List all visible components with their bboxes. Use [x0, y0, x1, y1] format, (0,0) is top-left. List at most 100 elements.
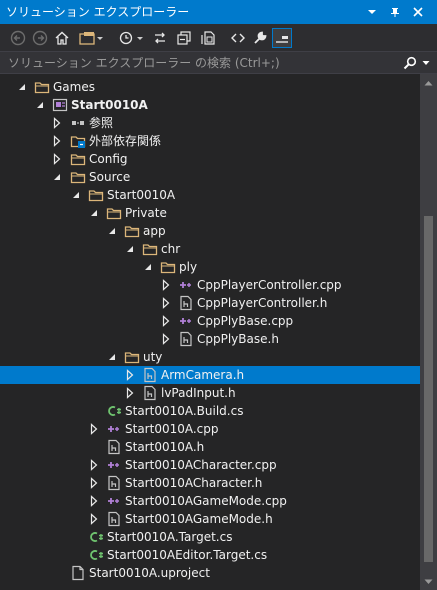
sync-icon[interactable]: [150, 28, 170, 48]
tree-item-label: Start0010A.h: [125, 440, 205, 454]
expand-arrow-icon[interactable]: [88, 495, 100, 507]
tree-item-label: Start0010A.Build.cs: [125, 404, 244, 418]
tree-row[interactable]: Start0010A.Build.cs: [0, 402, 420, 420]
forward-icon[interactable]: [30, 28, 50, 48]
vertical-scrollbar[interactable]: [420, 74, 437, 590]
expand-arrow-icon[interactable]: [160, 333, 172, 345]
search-bar: [0, 52, 437, 74]
tree-item-label: Start0010AGameMode.h: [125, 512, 273, 526]
collapse-all-icon[interactable]: [174, 28, 194, 48]
expand-arrow-icon[interactable]: [88, 459, 100, 471]
expand-arrow-icon[interactable]: [88, 423, 100, 435]
collapse-arrow-icon[interactable]: [51, 171, 63, 183]
collapse-arrow-icon[interactable]: [70, 189, 82, 201]
window-title: ソリューション エクスプローラー: [6, 5, 190, 19]
expand-arrow-icon[interactable]: [88, 477, 100, 489]
expand-arrow-icon[interactable]: [160, 315, 172, 327]
expand-arrow-icon[interactable]: [124, 369, 136, 381]
tree-row[interactable]: Source: [0, 168, 420, 186]
header-file-icon: [178, 295, 194, 311]
tree-row[interactable]: lvPadInput.h: [0, 384, 420, 402]
tree-row[interactable]: ply: [0, 258, 420, 276]
tree-row[interactable]: CppPlyBase.cpp: [0, 312, 420, 330]
toolbar: [0, 24, 437, 52]
search-icon[interactable]: [402, 54, 418, 72]
cpp-file-icon: [178, 313, 194, 329]
tree-row[interactable]: Games: [0, 78, 420, 96]
tree-row[interactable]: Start0010AGameMode.h: [0, 510, 420, 528]
external-deps-icon: [70, 133, 86, 149]
view-code-icon[interactable]: [228, 28, 248, 48]
preview-selected-items-icon[interactable]: [272, 28, 292, 48]
tree-row[interactable]: Start0010A: [0, 96, 420, 114]
tree-item-label: Start0010A.cpp: [125, 422, 219, 436]
dropdown-icon[interactable]: [363, 2, 381, 22]
pin-icon[interactable]: [386, 2, 404, 22]
tree-row[interactable]: 外部依存関係: [0, 132, 420, 150]
search-options-icon[interactable]: [420, 54, 432, 72]
tree-row[interactable]: Start0010AGameMode.cpp: [0, 492, 420, 510]
close-icon[interactable]: [409, 2, 427, 22]
tree-item-label: lvPadInput.h: [161, 386, 236, 400]
expand-arrow-icon[interactable]: [160, 279, 172, 291]
expand-arrow-icon[interactable]: [88, 513, 100, 525]
tree-row[interactable]: uty: [0, 348, 420, 366]
folder-icon: [70, 151, 86, 167]
scroll-thumb[interactable]: [424, 216, 433, 562]
tree-item-label: Start0010A.Target.cs: [107, 530, 233, 544]
tree-item-label: CppPlayerController.cpp: [197, 278, 342, 292]
tree-row[interactable]: CppPlayerController.h: [0, 294, 420, 312]
tree-item-label: Start0010A.uproject: [89, 566, 210, 580]
tree-row[interactable]: Start0010A.h: [0, 438, 420, 456]
tree-row[interactable]: Start0010ACharacter.cpp: [0, 456, 420, 474]
search-input[interactable]: [0, 52, 400, 73]
collapse-arrow-icon[interactable]: [34, 99, 46, 111]
scroll-up-icon[interactable]: [420, 74, 437, 91]
pending-changes-filter-icon[interactable]: [116, 28, 146, 48]
tree-item-label: 参照: [89, 116, 114, 130]
expand-arrow-icon[interactable]: [51, 135, 63, 147]
references-icon: [70, 115, 86, 131]
collapse-arrow-icon[interactable]: [142, 261, 154, 273]
expand-arrow-icon[interactable]: [51, 117, 63, 129]
expand-arrow-icon[interactable]: [51, 153, 63, 165]
collapse-arrow-icon[interactable]: [124, 243, 136, 255]
folder-icon: [124, 223, 140, 239]
home-icon[interactable]: [52, 28, 72, 48]
tree-item-label: app: [143, 224, 166, 238]
switch-views-icon[interactable]: [76, 28, 106, 48]
header-file-icon: [142, 385, 158, 401]
folder-icon: [124, 349, 140, 365]
properties-wrench-icon[interactable]: [250, 28, 270, 48]
tree-row[interactable]: 参照: [0, 114, 420, 132]
tree-item-label: Start0010A: [107, 188, 176, 202]
tree-row[interactable]: Start0010A.uproject: [0, 564, 420, 582]
tree-row[interactable]: ArmCamera.h: [0, 366, 420, 384]
tree-row[interactable]: Config: [0, 150, 420, 168]
header-file-icon: [106, 439, 122, 455]
tree-row[interactable]: app: [0, 222, 420, 240]
tree-row[interactable]: Start0010A: [0, 186, 420, 204]
tree-row[interactable]: Start0010A.Target.cs: [0, 528, 420, 546]
tree-row[interactable]: chr: [0, 240, 420, 258]
tree-row[interactable]: CppPlayerController.cpp: [0, 276, 420, 294]
collapse-arrow-icon[interactable]: [16, 81, 28, 93]
folder-icon: [142, 241, 158, 257]
tree-row[interactable]: Start0010A.cpp: [0, 420, 420, 438]
csharp-file-icon: [88, 529, 104, 545]
back-icon[interactable]: [8, 28, 28, 48]
folder-icon: [88, 187, 104, 203]
tree-row[interactable]: Private: [0, 204, 420, 222]
scroll-down-icon[interactable]: [420, 573, 437, 590]
tree-row[interactable]: Start0010ACharacter.h: [0, 474, 420, 492]
collapse-arrow-icon[interactable]: [106, 225, 118, 237]
tree-row[interactable]: Start0010AEditor.Target.cs: [0, 546, 420, 564]
expand-arrow-icon[interactable]: [124, 387, 136, 399]
expand-arrow-icon[interactable]: [160, 297, 172, 309]
collapse-arrow-icon[interactable]: [106, 351, 118, 363]
tree-item-label: Start0010ACharacter.h: [125, 476, 263, 490]
collapse-arrow-icon[interactable]: [88, 207, 100, 219]
tree-item-label: uty: [143, 350, 163, 364]
show-all-files-icon[interactable]: [198, 28, 218, 48]
tree-row[interactable]: CppPlyBase.h: [0, 330, 420, 348]
